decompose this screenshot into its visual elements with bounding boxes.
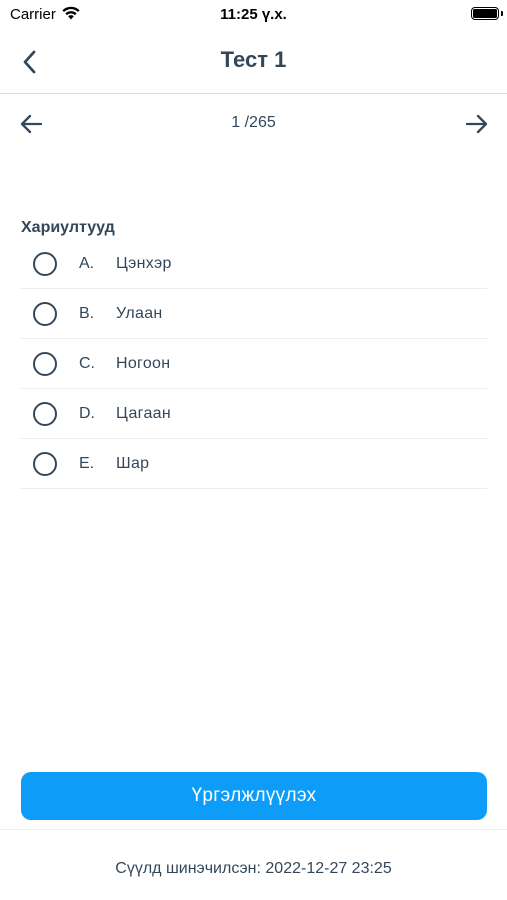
arrow-right-icon bbox=[465, 114, 488, 134]
answer-letter: A. bbox=[79, 254, 95, 272]
answer-text: Шар bbox=[116, 454, 150, 472]
footer-divider bbox=[0, 829, 507, 830]
answers-heading: Хариултууд bbox=[21, 219, 115, 236]
radio-button[interactable] bbox=[33, 251, 57, 276]
nav-bar: Тест 1 bbox=[0, 30, 507, 94]
answer-text: Ногоон bbox=[116, 354, 171, 372]
answer-text: Улаан bbox=[116, 304, 163, 322]
answer-letter: C. bbox=[79, 354, 95, 372]
status-time: 11:25 ү.х. bbox=[220, 6, 287, 23]
answer-list: A. Цэнхэр B. Улаан C. Ногоон D. Цагаан E… bbox=[21, 239, 487, 489]
answer-text: Цагаан bbox=[116, 404, 172, 422]
radio-button[interactable] bbox=[33, 301, 57, 326]
radio-button[interactable] bbox=[33, 451, 57, 476]
answer-option-a[interactable]: A. Цэнхэр bbox=[21, 239, 487, 289]
answer-option-b[interactable]: B. Улаан bbox=[21, 289, 487, 339]
last-updated-text: Сүүлд шинэчилсэн: 2022-12-27 23:25 bbox=[115, 860, 392, 877]
radio-button[interactable] bbox=[33, 401, 57, 426]
page-title: Тест 1 bbox=[220, 47, 287, 72]
page-counter: 1 /265 bbox=[231, 114, 276, 131]
answer-letter: B. bbox=[79, 304, 95, 322]
question-pager: 1 /265 bbox=[0, 105, 507, 143]
next-question-button[interactable] bbox=[461, 108, 493, 140]
radio-button[interactable] bbox=[33, 351, 57, 376]
answer-letter: E. bbox=[79, 454, 95, 472]
continue-button[interactable]: Үргэлжлүүлэх bbox=[21, 772, 487, 820]
answer-option-c[interactable]: C. Ногоон bbox=[21, 339, 487, 389]
battery-icon bbox=[471, 7, 503, 20]
answer-text: Цэнхэр bbox=[116, 254, 172, 272]
answer-option-d[interactable]: D. Цагаан bbox=[21, 389, 487, 439]
status-bar: Carrier 11:25 ү.х. bbox=[0, 0, 507, 30]
answer-letter: D. bbox=[79, 404, 95, 422]
answer-option-e[interactable]: E. Шар bbox=[21, 439, 487, 489]
